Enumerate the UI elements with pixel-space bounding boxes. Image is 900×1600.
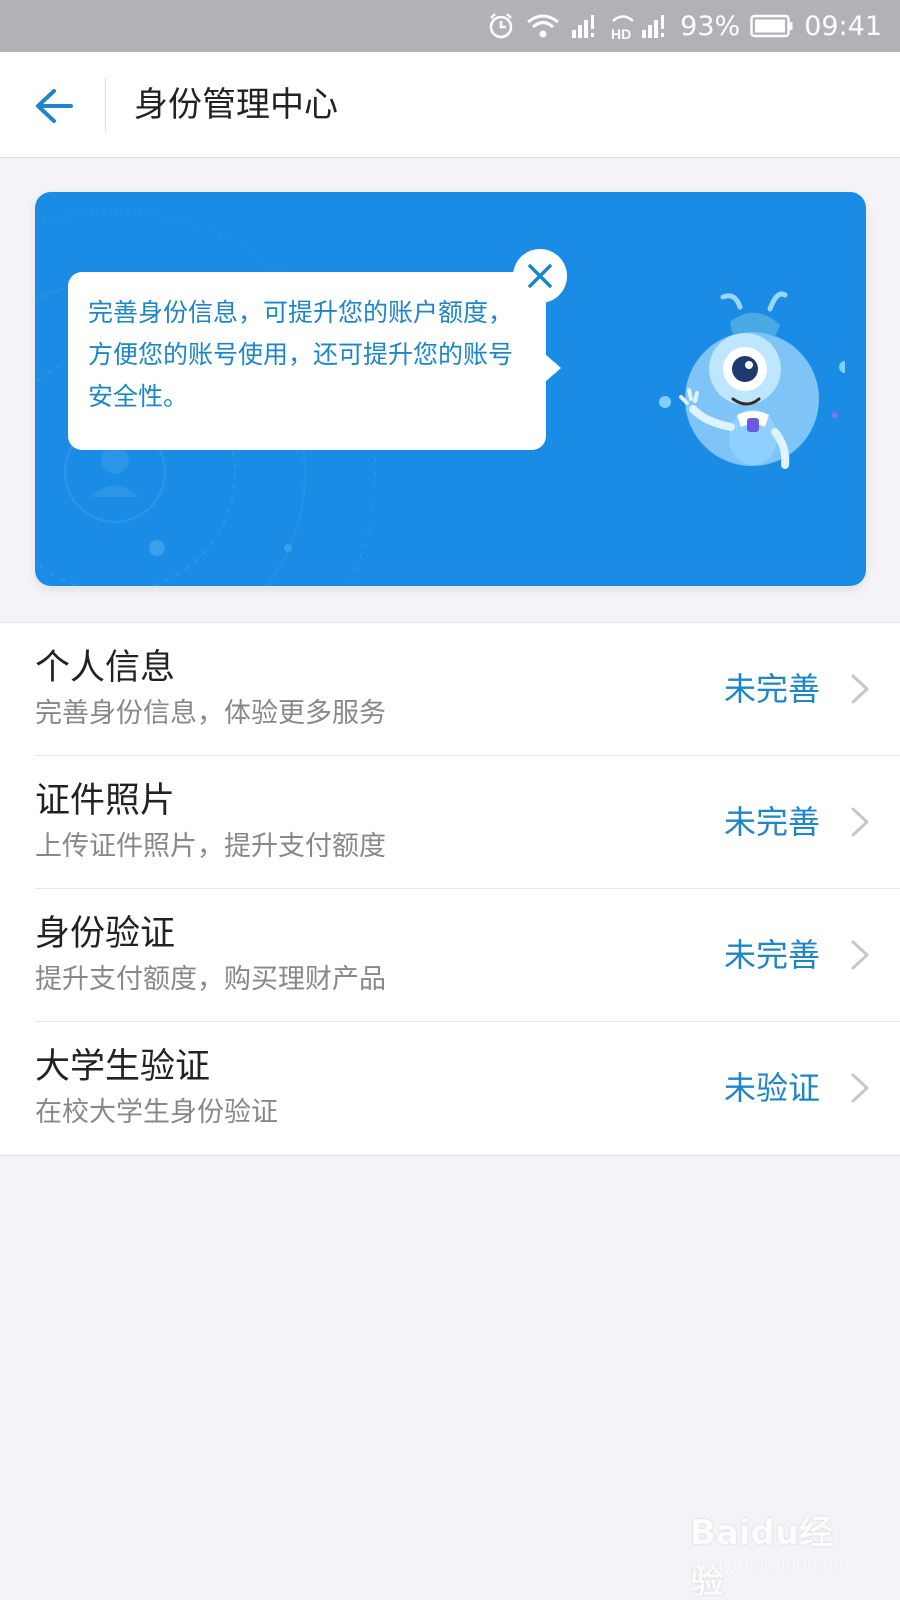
page-title: 身份管理中心 — [134, 85, 338, 125]
identity-list: 个人信息 完善身份信息，体验更多服务 未完善 证件照片 上传证件照片，提升支付额… — [0, 622, 900, 1156]
item-title: 证件照片 — [35, 781, 176, 821]
watermark: Baidu经验 jingyan.baidu.com — [690, 1505, 860, 1600]
battery-icon — [750, 14, 794, 38]
hd-signal-icon: HD — [610, 12, 670, 40]
item-title: 身份验证 — [35, 914, 176, 954]
list-item-personal-info[interactable]: 个人信息 完善身份信息，体验更多服务 未完善 — [0, 623, 900, 756]
battery-percent: 93% — [680, 10, 741, 42]
list-item-student-verification[interactable]: 大学生验证 在校大学生身份验证 未验证 — [0, 1022, 900, 1155]
close-icon — [528, 264, 552, 288]
watermark-url: jingyan.baidu.com — [692, 1555, 849, 1575]
alarm-icon — [486, 11, 516, 41]
nav-divider — [105, 78, 106, 132]
chevron-right-icon — [851, 1073, 869, 1103]
nav-bar: 身份管理中心 — [0, 52, 900, 158]
chevron-right-icon — [851, 807, 869, 837]
close-button[interactable] — [513, 249, 567, 303]
banner-message: 完善身份信息，可提升您的账户额度，方便您的账号使用，还可提升您的账号安全性。 — [88, 298, 514, 411]
back-arrow-icon — [36, 89, 73, 123]
watermark-brand: Baidu经验 — [690, 1513, 834, 1600]
wifi-icon — [526, 12, 560, 40]
mascot-illustration — [659, 291, 845, 469]
chevron-right-icon — [851, 940, 869, 970]
item-status: 未完善 — [723, 936, 820, 974]
item-status: 未完善 — [723, 803, 820, 841]
item-subtitle: 在校大学生身份验证 — [35, 1097, 278, 1128]
speech-bubble: 完善身份信息，可提升您的账户额度，方便您的账号使用，还可提升您的账号安全性。 — [68, 272, 561, 450]
chevron-right-icon — [851, 674, 869, 704]
list-item-identity-verification[interactable]: 身份验证 提升支付额度，购买理财产品 未完善 — [0, 889, 900, 1022]
item-title: 个人信息 — [35, 648, 176, 688]
item-title: 大学生验证 — [35, 1047, 211, 1087]
item-status: 未完善 — [723, 670, 820, 708]
signal-icon — [570, 13, 600, 39]
item-subtitle: 提升支付额度，购买理财产品 — [35, 964, 386, 995]
info-banner: 完善身份信息，可提升您的账户额度，方便您的账号使用，还可提升您的账号安全性。 — [35, 192, 866, 586]
status-time: 09:41 — [804, 10, 882, 42]
back-button[interactable] — [28, 80, 80, 132]
status-bar: HD 93% 09:41 — [0, 0, 900, 52]
item-subtitle: 上传证件照片，提升支付额度 — [35, 831, 386, 862]
list-item-id-photos[interactable]: 证件照片 上传证件照片，提升支付额度 未完善 — [0, 756, 900, 889]
svg-text:HD: HD — [611, 26, 631, 40]
item-status: 未验证 — [723, 1069, 820, 1107]
item-subtitle: 完善身份信息，体验更多服务 — [35, 698, 386, 729]
